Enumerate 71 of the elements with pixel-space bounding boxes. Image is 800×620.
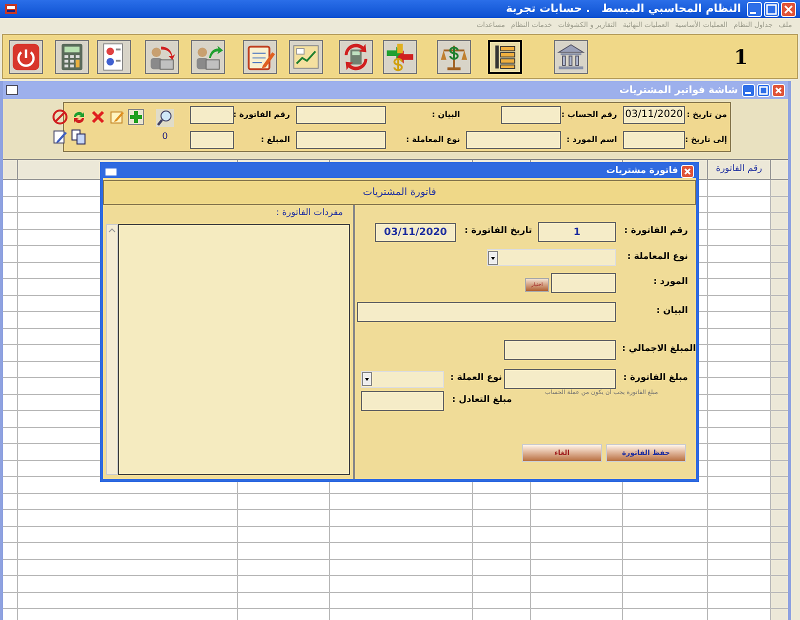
- close-icon[interactable]: [781, 2, 796, 16]
- edit-icon[interactable]: [109, 109, 125, 125]
- search-icon[interactable]: [156, 109, 174, 128]
- field-label: رقم الفاتورة :: [623, 225, 688, 238]
- row-header[interactable]: [771, 262, 788, 278]
- row-header[interactable]: [771, 230, 788, 245]
- refresh-icon[interactable]: [71, 109, 87, 125]
- field-label: مبلغ الفاتورة :: [622, 372, 688, 386]
- notepad-edit-icon[interactable]: [52, 129, 68, 145]
- input-field[interactable]: 03/11/2020: [375, 222, 456, 242]
- row-header[interactable]: [771, 296, 788, 311]
- row-header[interactable]: [771, 394, 788, 410]
- count-text: 0: [162, 131, 168, 144]
- row-header[interactable]: [771, 592, 788, 608]
- toolbar-button[interactable]: [488, 40, 522, 74]
- input-field[interactable]: 1: [538, 222, 616, 242]
- app-icon: [4, 2, 18, 16]
- close-icon[interactable]: [772, 84, 785, 96]
- input-field[interactable]: [190, 130, 234, 148]
- input-field[interactable]: [504, 369, 616, 389]
- row-header[interactable]: [771, 494, 788, 509]
- field-label: نوع المعاملة :: [626, 250, 688, 264]
- input-field[interactable]: 03/11/2020: [623, 106, 685, 124]
- field-label: نوع المعاملة :: [405, 134, 460, 146]
- scrollbar[interactable]: [106, 224, 118, 475]
- close-icon[interactable]: [681, 165, 694, 178]
- copy-icon[interactable]: [71, 129, 87, 145]
- input-field[interactable]: [623, 130, 685, 148]
- column-header[interactable]: رقم الفاتورة: [716, 162, 762, 176]
- input-field[interactable]: [501, 106, 561, 124]
- dialog-heading: فاتورة المشتريات: [362, 186, 436, 200]
- input-field[interactable]: [466, 130, 561, 148]
- add-icon[interactable]: [128, 109, 144, 125]
- row-header[interactable]: [771, 526, 788, 542]
- input-field[interactable]: [361, 391, 444, 411]
- maximize-icon: [764, 2, 779, 16]
- field-label: مبلغ التعادل :: [451, 394, 512, 408]
- items-label: مفردات الفاتورة :: [276, 207, 343, 220]
- field-label: اسم المورد :: [566, 134, 617, 146]
- field-label: المبلغ الاجمالي :: [620, 343, 696, 356]
- row-header[interactable]: [771, 560, 788, 575]
- input-field[interactable]: [190, 106, 234, 124]
- field-label: المورد :: [652, 276, 688, 290]
- dropdown[interactable]: [487, 249, 616, 266]
- field-label: البيان :: [655, 305, 688, 318]
- field-label: البيان :: [430, 108, 460, 120]
- maximize-icon: [757, 84, 770, 96]
- row-header[interactable]: [771, 428, 788, 443]
- window-title: شاشة فواتير المشتريات: [619, 84, 738, 98]
- field-label: تاريخ الفاتورة :: [463, 225, 532, 238]
- no-entry-icon[interactable]: [52, 109, 68, 125]
- input-field[interactable]: [504, 340, 616, 360]
- dialog-title: فاتورة مشتريات: [606, 164, 678, 178]
- window-icon: [105, 168, 117, 176]
- row-header[interactable]: [771, 362, 788, 377]
- input-field[interactable]: [296, 130, 386, 148]
- field-label: المبلغ :: [260, 134, 290, 146]
- field-label: نوع العملة :: [449, 372, 502, 386]
- dropdown[interactable]: [361, 370, 444, 388]
- row-header[interactable]: [771, 460, 788, 476]
- row-header[interactable]: [771, 328, 788, 344]
- input-field[interactable]: [551, 273, 616, 293]
- minimize-icon: [742, 84, 755, 96]
- window-title: النظام المحاسبي المبسط . حسابات تجربة: [506, 0, 741, 17]
- field-label: من تاريخ :: [689, 108, 727, 120]
- input-field[interactable]: [357, 302, 616, 322]
- input-field[interactable]: [296, 106, 386, 124]
- window-icon: [6, 85, 18, 95]
- row-header[interactable]: [771, 196, 788, 212]
- minimize-icon: [747, 2, 762, 16]
- counter-text: 1: [734, 44, 748, 70]
